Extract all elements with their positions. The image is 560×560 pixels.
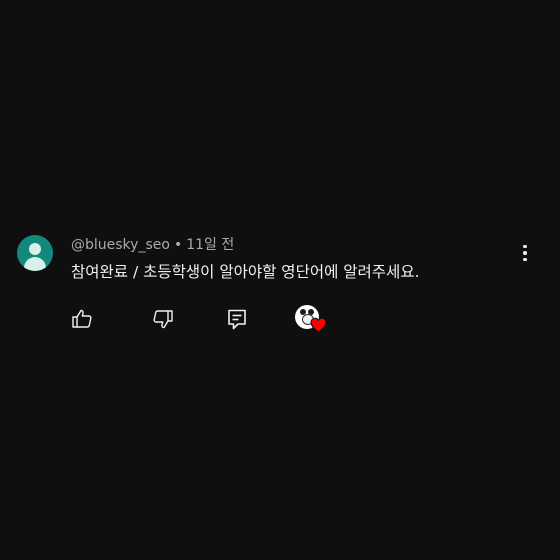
user-avatar-icon[interactable] <box>17 235 53 271</box>
comment-meta: @bluesky_seo • 11일 전 <box>71 236 234 254</box>
like-button[interactable] <box>68 305 96 333</box>
meta-separator: • <box>173 237 183 253</box>
thumbs-down-icon <box>153 310 173 329</box>
comment-item: @bluesky_seo • 11일 전 참여완료 / 초등학생이 알아야할 영단어… <box>0 0 560 560</box>
more-options-button[interactable] <box>512 240 538 266</box>
author-name[interactable]: @bluesky_seo <box>71 237 170 253</box>
creator-heart-badge <box>295 305 329 335</box>
more-dot <box>523 257 527 262</box>
heart-icon <box>310 317 327 333</box>
comment-time[interactable]: 11일 전 <box>186 237 234 253</box>
avatar-head <box>29 243 41 255</box>
reply-button[interactable] <box>223 305 251 333</box>
more-dot <box>523 244 527 249</box>
comment-reply-icon <box>228 309 246 330</box>
avatar-body <box>24 257 46 271</box>
more-dot <box>523 251 527 255</box>
comment-text: 참여완료 / 초등학생이 알아야할 영단어에 알려주세요. <box>71 263 420 281</box>
thumbs-up-icon <box>72 309 92 328</box>
dislike-button[interactable] <box>149 305 177 333</box>
